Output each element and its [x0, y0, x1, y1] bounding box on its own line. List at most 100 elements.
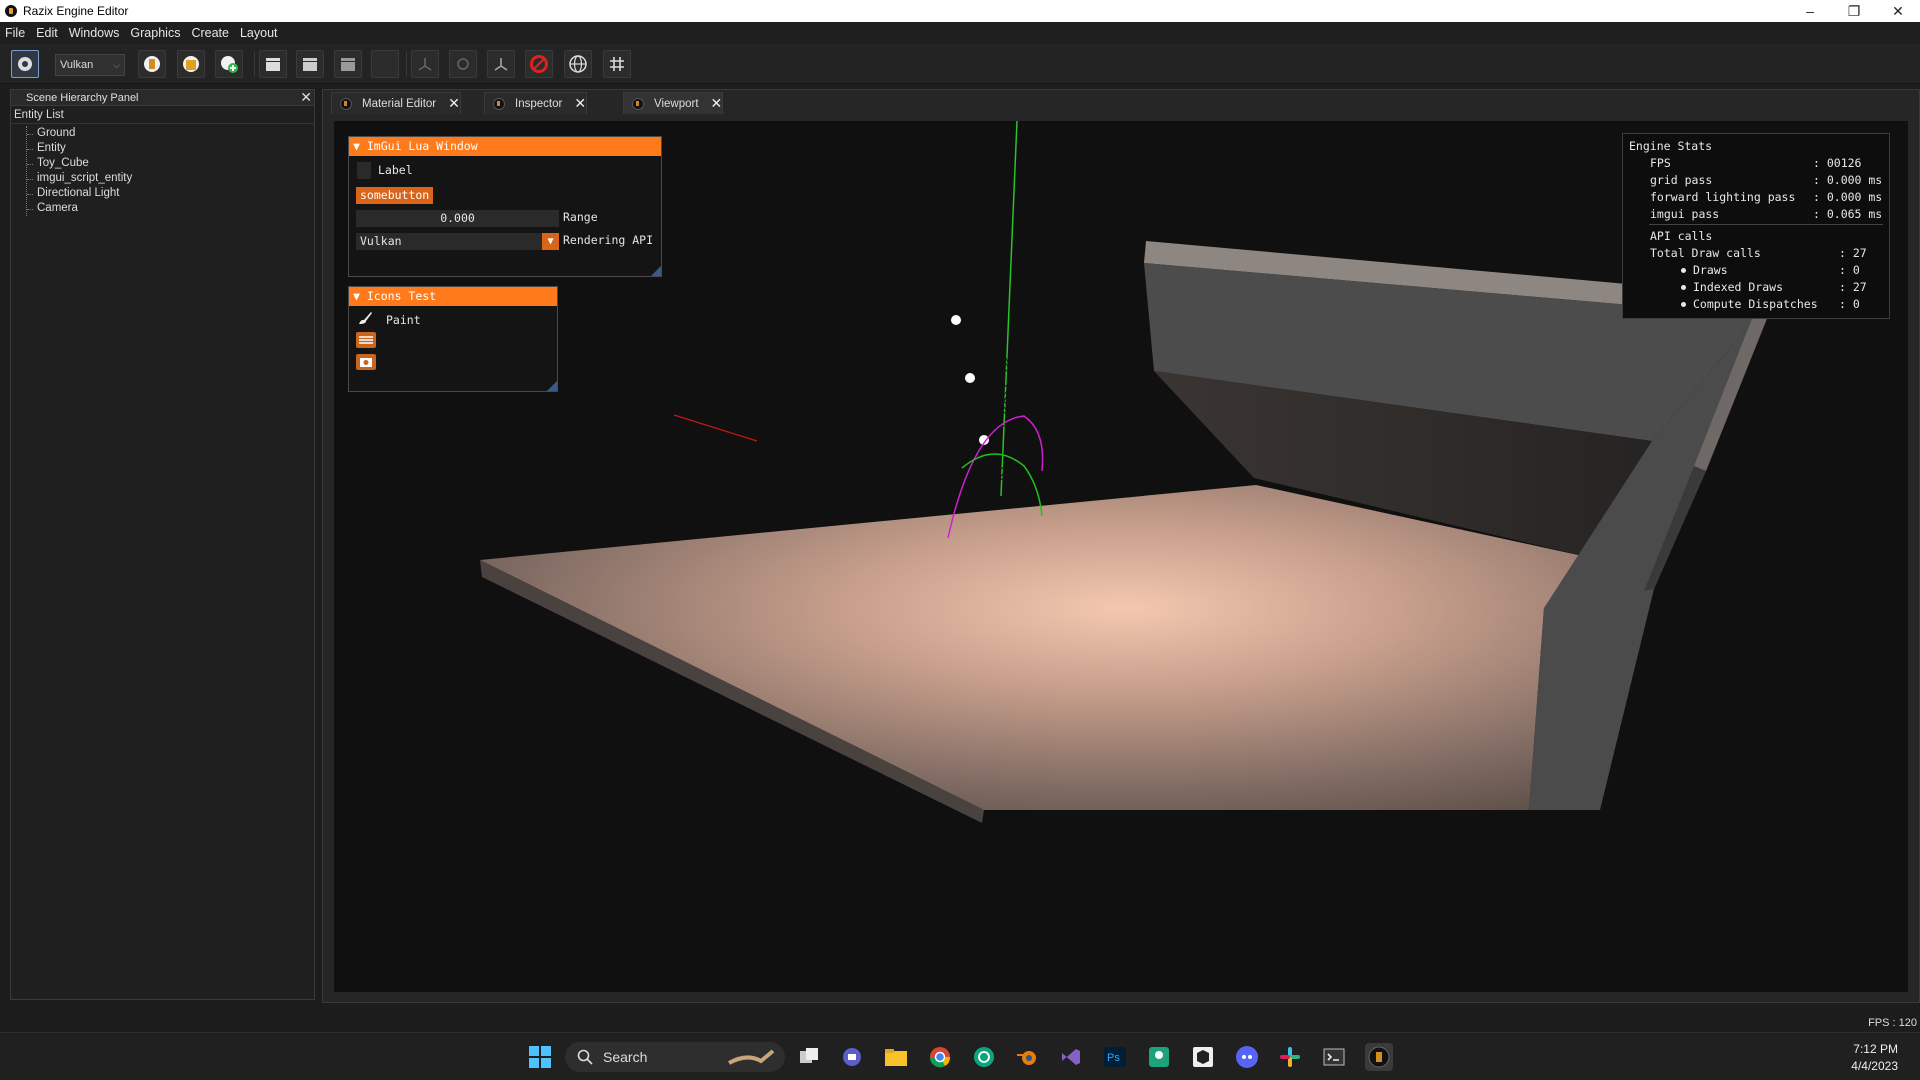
- task-view-icon: [800, 1048, 818, 1063]
- chevron-down-icon[interactable]: ▼: [542, 233, 559, 250]
- checkbox[interactable]: [357, 162, 371, 179]
- add-entity-button[interactable]: [215, 50, 243, 78]
- clapperboard-icon: [303, 58, 317, 71]
- taskbar-clock[interactable]: 7:12 PM 4/4/2023: [1851, 1041, 1898, 1075]
- minimize-icon[interactable]: –: [1788, 0, 1832, 22]
- compute-dispatches-label: Compute Dispatches: [1693, 297, 1818, 311]
- paintbrush-icon: [359, 312, 372, 324]
- visual-studio-button[interactable]: [1057, 1043, 1085, 1071]
- no-entry-icon: [530, 55, 548, 73]
- close-icon[interactable]: ✕: [574, 95, 586, 112]
- window-titlebar[interactable]: ▼ ImGui Lua Window: [349, 137, 661, 156]
- engine-settings-button[interactable]: [11, 50, 39, 78]
- clapperboard-icon: [341, 58, 355, 71]
- range-slider[interactable]: 0.000: [356, 210, 559, 227]
- light-point: [951, 315, 961, 325]
- rotate-gizmo-button[interactable]: [449, 50, 477, 78]
- menu-layout[interactable]: Layout: [240, 26, 278, 40]
- photoshop-button[interactable]: Ps: [1101, 1043, 1129, 1071]
- entity-item[interactable]: Entity: [27, 141, 314, 156]
- engine-stats-overlay: Engine Stats FPS : 00126 grid pass : 0.0…: [1622, 133, 1890, 319]
- clapper-button-1[interactable]: [259, 50, 287, 78]
- windows-taskbar: Search Ps 7:12 PM 4/4/2023: [0, 1032, 1920, 1080]
- chatgpt-button[interactable]: [970, 1043, 998, 1071]
- circle-icon: [457, 58, 469, 70]
- somebutton-button[interactable]: somebutton: [356, 187, 434, 204]
- resize-grip[interactable]: [547, 381, 557, 391]
- discord-icon: [1236, 1046, 1258, 1068]
- record-button[interactable]: [525, 50, 553, 78]
- clock-date: 4/4/2023: [1851, 1059, 1898, 1073]
- light-gizmos: [905, 225, 1028, 484]
- file-explorer-button[interactable]: [882, 1043, 910, 1071]
- menu-graphics[interactable]: Graphics: [130, 26, 180, 40]
- close-icon[interactable]: ✕: [448, 95, 460, 112]
- water-icon-button[interactable]: [356, 332, 376, 348]
- imgui-lua-window[interactable]: ▼ ImGui Lua Window Label somebutton 0.00…: [348, 136, 662, 277]
- start-button[interactable]: [526, 1043, 554, 1071]
- slack-icon: [1280, 1047, 1300, 1067]
- webcam-app-button[interactable]: [1145, 1043, 1173, 1071]
- label-text: Label: [378, 163, 413, 177]
- discord-button[interactable]: [1233, 1043, 1261, 1071]
- chevron-down-icon: ⌵: [113, 60, 120, 70]
- collapse-triangle-icon[interactable]: ▼: [353, 289, 360, 303]
- grid-button[interactable]: [603, 50, 631, 78]
- search-highlight-icon: [728, 1049, 775, 1065]
- terminal-button[interactable]: [1320, 1043, 1348, 1071]
- entity-item[interactable]: Ground: [27, 126, 314, 141]
- menu-file[interactable]: File: [5, 26, 25, 40]
- blender-button[interactable]: [1013, 1043, 1041, 1071]
- clapper-button-2[interactable]: [296, 50, 324, 78]
- clapper-button-3[interactable]: [334, 50, 362, 78]
- render-api-select[interactable]: Vulkan ⌵: [55, 54, 125, 76]
- stats-divider: [1649, 224, 1883, 225]
- unity-button[interactable]: [1189, 1043, 1217, 1071]
- entity-item[interactable]: Camera: [27, 201, 314, 216]
- task-view-button[interactable]: [795, 1043, 823, 1071]
- panel-header: Scene Hierarchy Panel ✕: [11, 89, 314, 106]
- slack-button[interactable]: [1276, 1043, 1304, 1071]
- close-icon[interactable]: ✕: [300, 89, 312, 105]
- rendering-api-select[interactable]: Vulkan ▼: [356, 233, 559, 250]
- restore-icon[interactable]: ❐: [1832, 0, 1876, 22]
- x-axis-line: [673, 414, 758, 442]
- world-button[interactable]: [564, 50, 592, 78]
- scale-gizmo-button[interactable]: [487, 50, 515, 78]
- razix-logo-button[interactable]: [138, 50, 166, 78]
- chat-icon: [843, 1048, 861, 1066]
- indexed-draws-value: : 27: [1839, 280, 1867, 294]
- close-icon[interactable]: ✕: [711, 95, 723, 112]
- pass-label: grid pass: [1650, 173, 1713, 187]
- camera-icon-button[interactable]: [356, 354, 376, 370]
- menu-windows[interactable]: Windows: [69, 26, 120, 40]
- entity-item[interactable]: Directional Light: [27, 186, 314, 201]
- entity-item[interactable]: Toy_Cube: [27, 156, 314, 171]
- tab-inspector[interactable]: Inspector ✕: [484, 92, 588, 114]
- stats-title: Engine Stats: [1629, 139, 1713, 153]
- translate-gizmo-button[interactable]: [411, 50, 439, 78]
- resize-grip[interactable]: [651, 266, 661, 276]
- razix-logo-icon: [632, 97, 644, 110]
- tab-material-editor[interactable]: Material Editor ✕: [331, 92, 461, 114]
- close-window-icon[interactable]: ✕: [1876, 0, 1920, 22]
- entity-button[interactable]: [177, 50, 205, 78]
- range-label: Range: [563, 210, 598, 224]
- taskbar-search[interactable]: Search: [565, 1042, 785, 1072]
- teams-button[interactable]: [838, 1043, 866, 1071]
- window-titlebar[interactable]: ▼ Icons Test: [349, 287, 557, 306]
- tab-viewport[interactable]: Viewport ✕: [623, 92, 724, 114]
- imgui-icons-window[interactable]: ▼ Icons Test Paint: [348, 286, 558, 392]
- bullet-icon: [1681, 302, 1686, 307]
- tab-label: Inspector: [515, 97, 563, 110]
- chrome-button[interactable]: [926, 1043, 954, 1071]
- collapse-triangle-icon[interactable]: ▼: [353, 139, 360, 153]
- menu-edit[interactable]: Edit: [36, 26, 58, 40]
- entity-item[interactable]: imgui_script_entity: [27, 171, 314, 186]
- menu-create[interactable]: Create: [191, 26, 229, 40]
- blank-button[interactable]: [371, 50, 399, 78]
- visual-studio-icon: [1062, 1049, 1080, 1065]
- entity-icon: [183, 56, 199, 72]
- title-bar: Razix Engine Editor – ❐ ✕: [0, 0, 1920, 22]
- razix-taskbar-button[interactable]: [1365, 1043, 1393, 1071]
